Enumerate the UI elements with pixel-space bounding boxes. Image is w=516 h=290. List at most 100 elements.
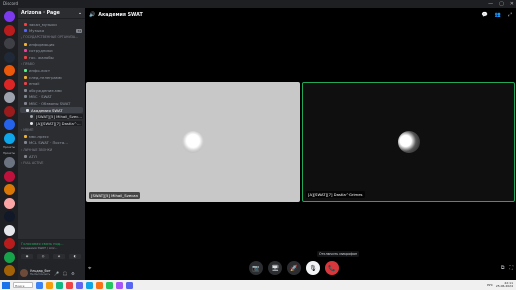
server-icon-lower-6[interactable] [3, 238, 15, 249]
os-taskbar: Поиск РУС 22:11 25.06.2024 [0, 280, 516, 290]
members-icon[interactable]: 👥 [495, 12, 501, 18]
taskbar-app-icon[interactable] [106, 281, 113, 289]
fullscreen-icon[interactable]: ⛶ [509, 265, 513, 271]
screen-share-button[interactable]: 🖥 [268, 261, 282, 275]
chevron-down-icon: › [21, 35, 23, 40]
video-button[interactable]: ◎ [37, 254, 49, 259]
channel-item[interactable]: Музыка 74 [18, 28, 85, 35]
clock[interactable]: 22:11 25.06.2024 [495, 281, 513, 289]
channel-item[interactable]: гос. жалобы [18, 54, 85, 61]
channel-label: FULL ACTIVE [23, 160, 44, 165]
channel-category[interactable]: › ПРАВО [18, 61, 85, 68]
taskbar-app-icon[interactable] [46, 281, 53, 289]
channel-item[interactable]: MCL SWAT · Поста... [18, 140, 85, 147]
server-icon-7[interactable] [3, 105, 15, 117]
taskbar-app-icon[interactable] [116, 281, 123, 289]
avatar[interactable] [20, 269, 28, 277]
server-icon-lower-8[interactable] [3, 265, 15, 276]
taskbar-search-input[interactable]: Поиск [13, 282, 33, 288]
server-folder-label[interactable]: Проекты [3, 152, 15, 155]
activity-button[interactable]: ◈ [53, 254, 65, 259]
server-icon-lower-2[interactable] [3, 184, 15, 195]
taskbar-app-icon[interactable] [76, 281, 83, 289]
popout-icon[interactable]: ⧉ [501, 265, 505, 271]
server-folder-label[interactable]: Проекты [3, 146, 15, 149]
server-icon-3[interactable] [3, 51, 15, 63]
noise-suppression-button[interactable]: ◉ [21, 254, 33, 259]
channel-item[interactable]: МВС · SWAT [18, 94, 85, 101]
channel-label: MCL SWAT · Поста... [29, 140, 68, 146]
channel-category[interactable]: › ЛИЧНЫЕ ЗВОНКИ [18, 146, 85, 153]
soundboard-button[interactable]: ◐ [69, 254, 81, 259]
maximize-button[interactable]: ▢ [499, 0, 504, 8]
server-icon-6[interactable] [3, 92, 15, 103]
voice-channel-name[interactable]: Академия SWAT / Ariz... [21, 246, 82, 250]
channel-category[interactable]: › FULL ACTIVE [18, 159, 85, 166]
participant-tile-speaking[interactable]: [A][SWAT][7] Dastla^Grimes [302, 82, 515, 202]
taskbar-app-icon[interactable] [36, 281, 43, 289]
avatar [30, 115, 33, 119]
server-icon-5[interactable] [3, 78, 15, 90]
server-icon-lower-7[interactable] [3, 251, 15, 263]
activity-button[interactable]: 🚀 [287, 261, 301, 275]
start-button[interactable] [2, 281, 10, 289]
channel-item[interactable]: инфо-лист [18, 67, 85, 74]
channel-category[interactable]: › ГОСУДАРСТВЕННЫЕ ОРГАНИЗА... [18, 34, 85, 41]
server-icon-lower-5[interactable] [3, 224, 15, 236]
server-icon-lower-3[interactable] [3, 197, 15, 209]
headphones-icon[interactable]: 🎧 [63, 271, 68, 276]
guild-header[interactable]: Arizona · Page ⌄ [18, 8, 85, 19]
channel-item[interactable]: Академия SWAT [20, 106, 83, 114]
hash-icon [24, 134, 27, 138]
disconnect-button[interactable]: 📞 [325, 261, 339, 275]
hash-icon [24, 55, 27, 59]
participant-tile[interactable]: [SWAT][5] Mihail_Svecan [86, 82, 300, 202]
fullscreen-icon[interactable]: ⤢ [508, 12, 512, 18]
microphone-icon[interactable]: 🎤 [54, 271, 59, 276]
stage-view-controls: ⧉ ⛶ [501, 265, 513, 271]
taskbar-app-icon[interactable] [56, 281, 63, 289]
clock-date: 25.06.2024 [495, 284, 513, 288]
hash-icon [24, 42, 27, 46]
channel-label: ЛИЧНЫЕ ЗВОНКИ [23, 147, 53, 152]
channel-item[interactable]: мвс-пресс [18, 133, 85, 140]
server-icon-9[interactable] [3, 132, 15, 144]
channel-item[interactable]: АТЛ [18, 153, 85, 160]
server-icon-1[interactable] [3, 24, 15, 36]
channel-item[interactable]: след-телеграмм [18, 74, 85, 81]
channel-item[interactable]: МВС · Обзвоны SWAT [18, 100, 85, 107]
close-button[interactable]: ✕ [510, 0, 514, 8]
channel-item[interactable]: email [18, 80, 85, 87]
server-icon-2[interactable] [3, 38, 15, 49]
hash-icon [24, 49, 27, 53]
channel-item[interactable]: сотрудники [18, 47, 85, 54]
minimize-button[interactable]: — [488, 0, 493, 8]
user-status: Не беспокоить [30, 273, 51, 277]
channel-item[interactable]: обсуждение-мвс [18, 87, 85, 94]
voice-member[interactable]: [SWAT][5] Mihail_Svec... [18, 113, 85, 120]
taskbar-app-icon[interactable] [126, 281, 133, 289]
gear-icon[interactable]: ⚙ [71, 271, 75, 276]
taskbar-app-icon[interactable] [96, 281, 103, 289]
server-icon-lower-0[interactable] [3, 157, 15, 168]
mute-microphone-button[interactable]: 🎙 [306, 261, 320, 275]
user-count-badge: 74 [76, 28, 82, 33]
server-icon-lower-1[interactable] [3, 170, 15, 182]
camera-button[interactable]: 📷 [249, 261, 263, 275]
channel-item[interactable]: информация [18, 41, 85, 48]
activity-launcher-icon[interactable]: ⌖ [88, 265, 91, 273]
server-icon-lower-4[interactable] [3, 211, 15, 222]
language-indicator[interactable]: РУС [487, 283, 493, 287]
channel-label: гос. жалобы [29, 54, 54, 60]
channel-label: информация [29, 41, 55, 47]
title-bar: Discord — ▢ ✕ [0, 0, 516, 8]
channel-item[interactable]: заказ_музыки [18, 21, 85, 28]
channel-category[interactable]: › МВМП [18, 127, 85, 134]
server-icon-4[interactable] [3, 65, 15, 76]
server-icon-8[interactable] [3, 119, 15, 130]
taskbar-app-icon[interactable] [86, 281, 93, 289]
chat-icon[interactable]: 💬 [482, 12, 488, 18]
taskbar-app-icon[interactable] [66, 281, 73, 289]
voice-member[interactable]: [A][SWAT][7] Dastla^... [18, 120, 85, 127]
server-icon-0[interactable] [3, 11, 15, 22]
